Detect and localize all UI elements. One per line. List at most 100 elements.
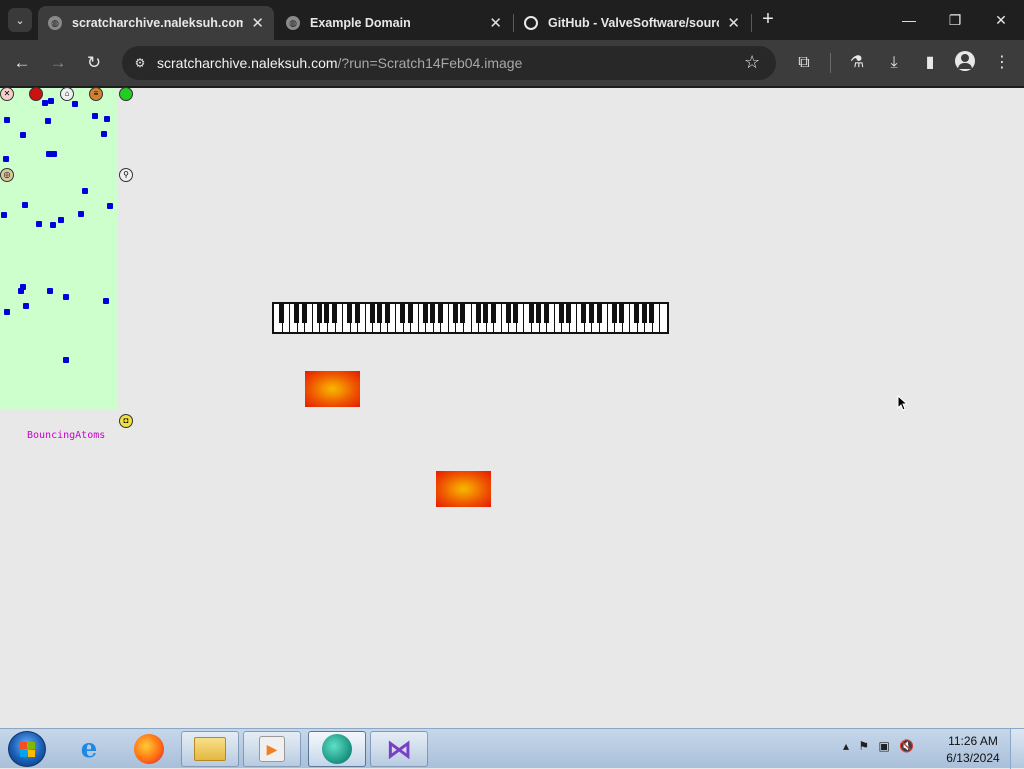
- stop-icon[interactable]: [29, 87, 43, 101]
- extensions-icon[interactable]: ⧉: [792, 51, 816, 75]
- piano-black-key[interactable]: [641, 304, 647, 323]
- taskbar-firefox[interactable]: [120, 731, 178, 767]
- gradient-sprite[interactable]: [305, 371, 360, 407]
- atom: [103, 298, 109, 304]
- piano-black-key[interactable]: [558, 304, 564, 323]
- tab-scratcharchive[interactable]: ◍ scratcharchive.naleksuh.com/? ✕: [38, 6, 274, 40]
- internet-explorer-icon: e: [80, 734, 98, 764]
- github-icon: [524, 16, 538, 30]
- browser-toolbar: ← → ↻ ⚙ scratcharchive.naleksuh.com/?run…: [0, 40, 1024, 86]
- piano-black-key[interactable]: [430, 304, 436, 323]
- address-bar[interactable]: ⚙ scratcharchive.naleksuh.com/?run=Scrat…: [122, 46, 776, 80]
- taskbar-internet-explorer[interactable]: e: [60, 731, 118, 767]
- volume-muted-icon[interactable]: 🔇: [899, 739, 914, 753]
- piano-black-key[interactable]: [588, 304, 594, 323]
- scratch-stage[interactable]: [0, 88, 117, 410]
- piano-white-key-divider: [523, 304, 525, 332]
- download-icon[interactable]: ⤓: [882, 51, 906, 75]
- clock-date: 6/13/2024: [946, 751, 1000, 765]
- bookmark-star-icon[interactable]: ☆: [744, 52, 760, 73]
- piano-black-key[interactable]: [377, 304, 383, 323]
- gradient-sprite[interactable]: [436, 471, 491, 507]
- piano-black-key[interactable]: [543, 304, 549, 323]
- piano-black-key[interactable]: [332, 304, 337, 323]
- profile-avatar-icon[interactable]: [955, 51, 975, 71]
- action-center-flag-icon[interactable]: ⚑: [858, 739, 869, 753]
- piano-black-key[interactable]: [279, 304, 285, 323]
- piano-keyboard[interactable]: [272, 302, 669, 334]
- resize-handle-icon[interactable]: ◘: [119, 414, 133, 428]
- minimize-button[interactable]: —: [886, 8, 932, 32]
- search-zoom-icon[interactable]: ⚲: [119, 168, 133, 182]
- piano-black-key[interactable]: [505, 304, 511, 323]
- piano-black-key[interactable]: [634, 304, 640, 323]
- piano-black-key[interactable]: [528, 304, 534, 323]
- close-tab-icon[interactable]: ✕: [727, 14, 740, 32]
- piano-black-key[interactable]: [483, 304, 489, 323]
- piano-black-key[interactable]: [460, 304, 466, 323]
- piano-black-key[interactable]: [400, 304, 405, 323]
- home-icon[interactable]: ⌂: [60, 87, 74, 101]
- start-button[interactable]: [8, 731, 46, 767]
- taskbar-browser[interactable]: [308, 731, 366, 767]
- edge-icon: [322, 734, 352, 764]
- go-icon[interactable]: [119, 87, 133, 101]
- close-tab-icon[interactable]: ✕: [489, 14, 502, 32]
- target-icon[interactable]: ◎: [0, 168, 14, 182]
- visual-studio-icon: ⋈: [386, 733, 412, 764]
- piano-black-key[interactable]: [384, 304, 390, 323]
- reload-button[interactable]: ↻: [82, 51, 106, 75]
- piano-white-key-divider: [553, 304, 555, 332]
- piano-black-key[interactable]: [347, 304, 353, 323]
- browser-titlebar: ⌄ ◍ scratcharchive.naleksuh.com/? ✕ ◍ Ex…: [0, 0, 1024, 40]
- site-info-icon[interactable]: ⚙: [132, 55, 148, 71]
- show-hidden-icons-icon[interactable]: ▴: [843, 739, 849, 753]
- piano-black-key[interactable]: [619, 304, 625, 323]
- piano-white-key-divider: [417, 304, 419, 332]
- taskbar-clock[interactable]: 11:26 AM 6/13/2024: [940, 733, 1006, 767]
- show-desktop-button[interactable]: [1010, 729, 1024, 769]
- piano-black-key[interactable]: [324, 304, 330, 323]
- piano-black-key[interactable]: [452, 304, 458, 323]
- piano-black-key[interactable]: [437, 304, 443, 323]
- piano-black-key[interactable]: [581, 304, 587, 323]
- piano-black-key[interactable]: [316, 304, 322, 323]
- taskbar-visual-studio[interactable]: ⋈: [370, 731, 428, 767]
- piano-black-key[interactable]: [649, 304, 655, 323]
- new-tab-button[interactable]: +: [758, 8, 778, 32]
- taskbar-media-player[interactable]: ▶: [243, 731, 301, 767]
- url-text[interactable]: scratcharchive.naleksuh.com/?run=Scratch…: [157, 55, 522, 71]
- piano-white-key-divider: [659, 304, 661, 332]
- tab-search-button[interactable]: ⌄: [8, 8, 32, 32]
- close-stage-icon[interactable]: ✕: [0, 87, 14, 101]
- piano-black-key[interactable]: [566, 304, 572, 323]
- piano-black-key[interactable]: [294, 304, 300, 323]
- atom: [18, 288, 24, 294]
- piano-black-key[interactable]: [611, 304, 617, 323]
- piano-black-key[interactable]: [301, 304, 307, 323]
- forward-button[interactable]: →: [46, 51, 70, 75]
- tab-example-domain[interactable]: ◍ Example Domain ✕: [276, 6, 512, 40]
- piano-black-key[interactable]: [536, 304, 541, 323]
- piano-black-key[interactable]: [354, 304, 360, 323]
- menu-kebab-icon[interactable]: ⋮: [990, 51, 1014, 75]
- piano-black-key[interactable]: [422, 304, 428, 323]
- labs-flask-icon[interactable]: ⚗: [845, 51, 869, 75]
- piano-black-key[interactable]: [475, 304, 481, 323]
- tab-github[interactable]: GitHub - ValveSoftware/source ✕: [514, 6, 750, 40]
- atom: [4, 117, 10, 123]
- piano-white-key-divider: [447, 304, 449, 332]
- piano-black-key[interactable]: [596, 304, 602, 323]
- network-icon[interactable]: ▣: [878, 739, 889, 753]
- close-tab-icon[interactable]: ✕: [251, 14, 264, 32]
- piano-black-key[interactable]: [513, 304, 519, 323]
- close-window-button[interactable]: ✕: [978, 8, 1024, 32]
- piano-black-key[interactable]: [490, 304, 496, 323]
- piano-black-key[interactable]: [369, 304, 375, 323]
- back-button[interactable]: ←: [10, 51, 34, 75]
- taskbar-file-explorer[interactable]: [181, 731, 239, 767]
- side-panel-icon[interactable]: ▮: [918, 51, 942, 75]
- restore-button[interactable]: ❐: [932, 8, 978, 32]
- piano-black-key[interactable]: [407, 304, 413, 323]
- menu-icon[interactable]: ≡: [89, 87, 103, 101]
